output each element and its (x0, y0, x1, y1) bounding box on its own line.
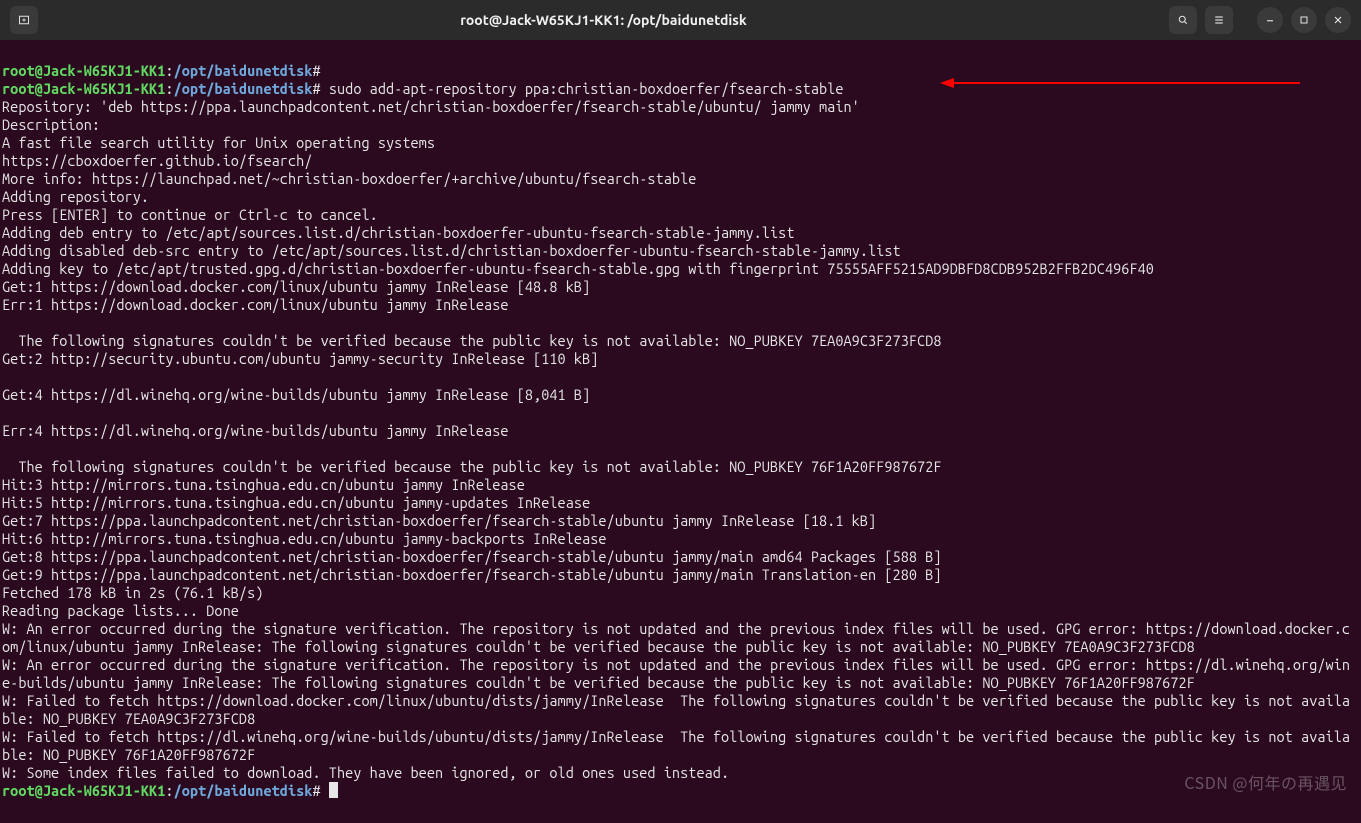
watermark: CSDN @何年の再遇见 (1184, 773, 1347, 791)
prompt-path: /opt/baidunetdisk (174, 782, 313, 799)
titlebar: root@Jack-W65KJ1-KK1: /opt/baidunetdisk (0, 0, 1361, 40)
search-button[interactable] (1169, 6, 1197, 34)
new-tab-button[interactable] (10, 6, 38, 34)
prompt-user: root@Jack-W65KJ1-KK1 (2, 62, 165, 79)
close-button[interactable] (1325, 7, 1351, 33)
command-text: sudo add-apt-repository ppa:christian-bo… (329, 80, 844, 97)
prompt-path: /opt/baidunetdisk (174, 62, 313, 79)
terminal-viewport[interactable]: root@Jack-W65KJ1-KK1:/opt/baidunetdisk# … (0, 40, 1361, 800)
cursor (329, 782, 338, 798)
output-block: Repository: 'deb https://ppa.launchpadco… (2, 98, 1350, 781)
prompt-user: root@Jack-W65KJ1-KK1 (2, 80, 165, 97)
window-title: root@Jack-W65KJ1-KK1: /opt/baidunetdisk (38, 11, 1169, 29)
prompt-path: /opt/baidunetdisk (174, 80, 313, 97)
hamburger-menu-button[interactable] (1205, 6, 1233, 34)
minimize-button[interactable] (1257, 7, 1283, 33)
prompt-user: root@Jack-W65KJ1-KK1 (2, 782, 165, 799)
maximize-button[interactable] (1291, 7, 1317, 33)
